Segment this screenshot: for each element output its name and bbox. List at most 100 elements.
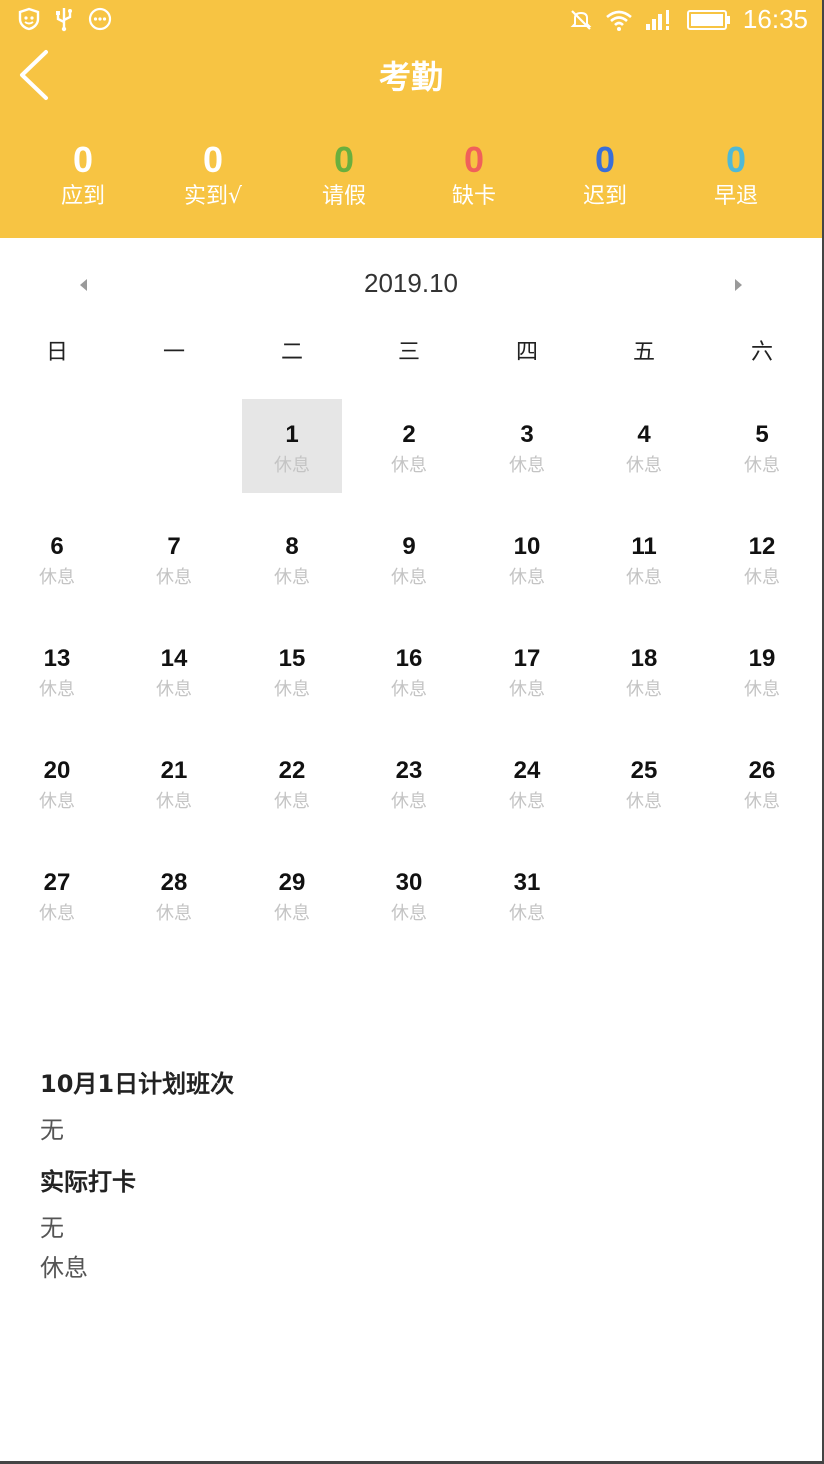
day-number: 29: [278, 869, 306, 896]
day-status: 休息: [156, 567, 192, 588]
day-number: 17: [513, 645, 541, 672]
day-status: 休息: [626, 567, 662, 588]
attendance-stats: 0 应到 0 实到√ 0 请假 0 缺卡 0 迟到 0 早退: [0, 138, 822, 228]
day-status: 休息: [39, 903, 75, 924]
calendar-day[interactable]: 7 休息: [124, 511, 224, 605]
calendar-day[interactable]: 15 休息: [242, 623, 342, 717]
calendar-day[interactable]: 24 休息: [477, 735, 577, 829]
day-number: 13: [43, 645, 71, 672]
day-status: 休息: [744, 567, 780, 588]
calendar-day[interactable]: 31 休息: [477, 847, 577, 941]
calendar-day[interactable]: 6 休息: [7, 511, 107, 605]
stat-item[interactable]: 0 早退: [676, 138, 796, 212]
stat-item[interactable]: 0 迟到: [545, 138, 665, 212]
day-number: 22: [278, 757, 306, 784]
day-status: 休息: [274, 567, 310, 588]
calendar-day[interactable]: 10 休息: [477, 511, 577, 605]
day-status: 休息: [274, 791, 310, 812]
day-number: 23: [395, 757, 423, 784]
day-number: 24: [513, 757, 541, 784]
calendar-day[interactable]: 9 休息: [359, 511, 459, 605]
status-right-icons: 16:35: [569, 4, 808, 35]
stat-value: 0: [463, 139, 485, 180]
calendar-day[interactable]: 23 休息: [359, 735, 459, 829]
day-number: 12: [748, 533, 776, 560]
actual-value: 无: [40, 1214, 64, 1242]
calendar-day[interactable]: 29 休息: [242, 847, 342, 941]
day-status: 休息: [391, 567, 427, 588]
day-status: 休息: [156, 679, 192, 700]
page-title: 考勤: [378, 58, 443, 96]
nav-bar: 考勤: [0, 40, 822, 110]
calendar-day[interactable]: 5 休息: [712, 399, 812, 493]
day-status: 休息: [744, 791, 780, 812]
stat-label: 实到√: [183, 184, 243, 209]
calendar-day[interactable]: 1 休息: [242, 399, 342, 493]
calendar-day[interactable]: 12 休息: [712, 511, 812, 605]
calendar-day[interactable]: 22 休息: [242, 735, 342, 829]
calendar-day[interactable]: 27 休息: [7, 847, 107, 941]
calendar-day[interactable]: 2 休息: [359, 399, 459, 493]
day-status: 休息: [744, 679, 780, 700]
day-number: 11: [631, 533, 657, 560]
calendar-day[interactable]: 19 休息: [712, 623, 812, 717]
day-number: 7: [167, 533, 181, 560]
calendar-day[interactable]: 20 休息: [7, 735, 107, 829]
day-number: 30: [395, 869, 423, 896]
day-status: 休息: [626, 791, 662, 812]
calendar-day[interactable]: 18 休息: [594, 623, 694, 717]
stat-value: 0: [202, 139, 224, 180]
day-number: 26: [748, 757, 776, 784]
calendar-day[interactable]: 30 休息: [359, 847, 459, 941]
day-status: 休息: [274, 455, 310, 476]
weekday-label: 四: [515, 340, 538, 365]
stat-item[interactable]: 0 缺卡: [414, 138, 534, 212]
day-number: 1: [285, 421, 299, 448]
day-status: 休息: [391, 679, 427, 700]
next-month-button[interactable]: [722, 270, 752, 300]
signal-icon: [645, 9, 669, 30]
calendar-day[interactable]: 13 休息: [7, 623, 107, 717]
stat-value: 0: [333, 139, 355, 180]
calendar-day[interactable]: 8 休息: [242, 511, 342, 605]
day-status: 休息: [39, 791, 75, 812]
weekday-label: 六: [750, 340, 773, 365]
day-detail: 10月1日计划班次 无 实际打卡 无 休息: [40, 1064, 780, 1288]
day-number: 31: [513, 869, 541, 896]
stat-item[interactable]: 0 应到: [23, 138, 143, 212]
mute-icon: [570, 9, 592, 30]
weekday-label: 五: [632, 340, 655, 365]
calendar-day[interactable]: 21 休息: [124, 735, 224, 829]
calendar-day[interactable]: 3 休息: [477, 399, 577, 493]
day-status: 休息: [39, 567, 75, 588]
stat-item[interactable]: 0 请假: [284, 138, 404, 212]
stat-value: 0: [594, 139, 616, 180]
calendar-day[interactable]: 14 休息: [124, 623, 224, 717]
calendar-day[interactable]: 17 休息: [477, 623, 577, 717]
stat-label: 缺卡: [451, 184, 496, 209]
day-status: 休息: [391, 903, 427, 924]
plan-value: 无: [40, 1116, 64, 1144]
day-number: 16: [395, 645, 423, 672]
status-time: 16:35: [742, 4, 808, 34]
day-status: 休息: [509, 903, 545, 924]
calendar-day[interactable]: 4 休息: [594, 399, 694, 493]
calendar-day[interactable]: 26 休息: [712, 735, 812, 829]
day-status: 休息: [156, 791, 192, 812]
day-number: 28: [160, 869, 188, 896]
weekday-label: 三: [397, 340, 420, 365]
plan-title: 10月1日计划班次: [40, 1070, 235, 1098]
calendar-day[interactable]: 28 休息: [124, 847, 224, 941]
day-status: 休息: [391, 791, 427, 812]
calendar-day[interactable]: 11 休息: [594, 511, 694, 605]
day-number: 4: [637, 421, 651, 448]
day-number: 20: [43, 757, 71, 784]
status-left-icons: [18, 6, 112, 32]
stat-item[interactable]: 0 实到√: [153, 138, 273, 212]
day-status: 休息: [509, 567, 545, 588]
day-number: 15: [278, 645, 306, 672]
weekday-label: 一: [162, 340, 185, 365]
month-label: 2019.10: [364, 268, 458, 298]
calendar-day[interactable]: 25 休息: [594, 735, 694, 829]
calendar-day[interactable]: 16 休息: [359, 623, 459, 717]
